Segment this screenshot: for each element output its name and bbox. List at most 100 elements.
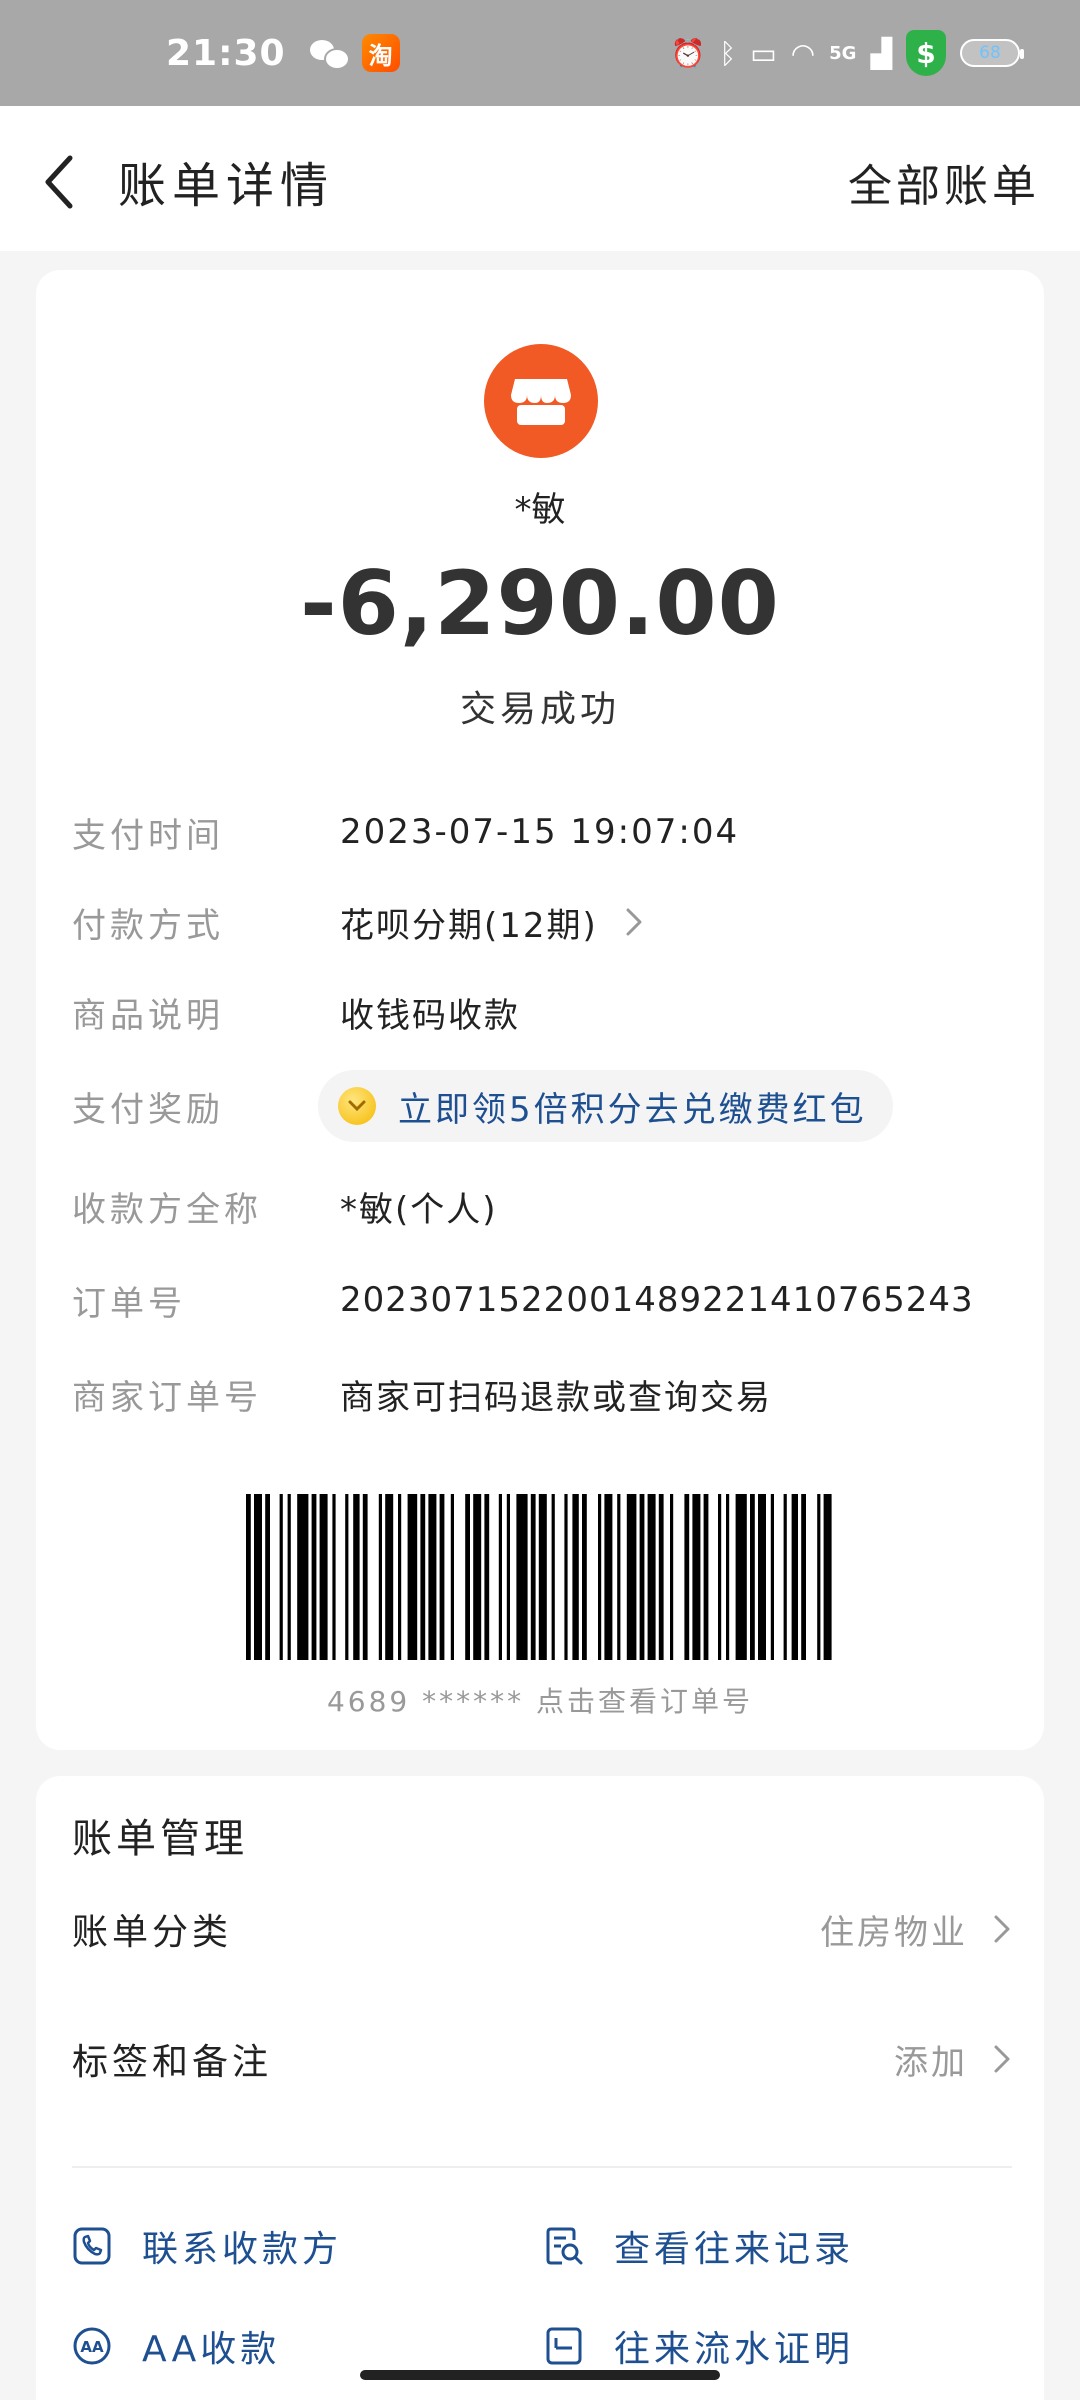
barcode-bar [684,1494,690,1660]
detail-row-merchant-order: 商家订单号 商家可扫码退款或查询交易 [72,1364,1012,1424]
detail-value: 2023-07-15 19:07:04 [340,812,740,852]
detail-value: 2023071522001489221410765243 [340,1280,974,1320]
action-label: AA收款 [142,2329,281,2370]
barcode-bar [319,1494,328,1660]
taobao-icon: 淘 [361,34,400,72]
detail-label: 支付奖励 [72,1089,224,1130]
bill-management-card: 账单管理 账单分类 住房物业 标签和备注 添加 联系收款方 查看往来记录 AA … [36,1776,1044,2400]
barcode-bar [530,1494,536,1660]
shop-icon [511,379,571,425]
barcode-bar [385,1494,394,1660]
barcode-bar [692,1494,701,1660]
barcode-bar [626,1494,637,1660]
barcode-bar [604,1494,613,1660]
barcode-bar [598,1494,602,1660]
barcode-bar [639,1494,645,1660]
barcode-bar [572,1494,579,1660]
bluetooth-icon: ᛒ [719,36,737,70]
barcode-bar [450,1494,454,1660]
action-label: 联系收款方 [142,2229,343,2270]
barcode-bar [783,1494,787,1660]
barcode-bar [750,1494,755,1660]
detail-label: 订单号 [72,1283,186,1324]
category-value: 住房物业 [820,1905,1012,1954]
barcode-bar [516,1494,528,1660]
battery-icon: 68 [960,39,1024,67]
bill-category-row[interactable]: 账单分类 住房物业 [72,1894,1012,1964]
barcode-bar [332,1494,336,1660]
detail-label: 收款方全称 [72,1189,262,1230]
barcode-bar [670,1494,674,1660]
home-indicator[interactable] [360,2370,720,2380]
wifi-icon: ◠ [790,36,816,70]
detail-row-reward: 支付奖励 立即领5倍积分去兑缴费红包 [72,1070,1012,1142]
detail-value: 立即领5倍积分去兑缴费红包 [318,1070,893,1142]
page-title: 账单详情 [118,158,335,214]
barcode-bar [287,1494,291,1660]
alarm-icon: ⏰ [670,36,706,70]
barcode-bar [265,1494,270,1660]
detail-value: 收钱码收款 [340,995,520,1036]
network-type: 5G [829,42,857,64]
barcode-bar [658,1494,664,1660]
chevron-right-icon [994,1915,1010,1943]
barcode-bar [279,1494,283,1660]
merchant-logo [484,344,598,458]
barcode-bar [378,1494,382,1660]
order-barcode[interactable] [246,1494,836,1660]
shield-icon: $ [906,30,946,76]
status-time: 21:30 [166,32,286,74]
barcode-bar [420,1494,426,1660]
tags-value-text: 添加 [894,2042,968,2083]
barcode-caption[interactable]: 4689 ****** 点击查看订单号 [36,1680,1044,1720]
tags-notes-row[interactable]: 标签和备注 添加 [72,2024,1012,2094]
document-icon [546,2327,582,2365]
section-title: 账单管理 [72,1816,248,1862]
status-bar: 21:30 淘 ⏰ ᛒ ▭ ◠ 5G ▟ $ 68 [0,0,1080,106]
signal-icon: ▟ [870,36,892,70]
chevron-right-icon [626,908,642,936]
tags-value: 添加 [894,2035,1012,2084]
wechat-icon [309,38,350,70]
back-icon[interactable] [40,152,80,212]
barcode-bar [703,1494,709,1660]
svg-text:AA: AA [80,2338,104,2356]
barcode-bar [823,1494,832,1660]
detail-label: 付款方式 [72,905,224,946]
barcode-bar [551,1494,555,1660]
detail-label: 商品说明 [72,995,224,1036]
detail-row-payment-method[interactable]: 付款方式 花呗分期(12期) [72,892,1012,952]
category-label: 账单分类 [72,1912,233,1953]
barcode-bar [718,1494,722,1660]
detail-value: 商家可扫码退款或查询交易 [340,1377,772,1418]
barcode-bar [538,1494,547,1660]
action-label: 查看往来记录 [614,2229,855,2270]
detail-value[interactable]: 花呗分期(12期) [340,898,644,947]
phone-icon [73,2227,111,2265]
detail-row-order-number: 订单号 2023071522001489221410765243 [72,1270,1012,1330]
all-bills-link[interactable]: 全部账单 [848,150,1040,214]
category-value-text: 住房物业 [820,1912,968,1953]
contact-payee-button[interactable]: 联系收款方 [72,2216,342,2276]
tags-label: 标签和备注 [72,2042,273,2083]
barcode-bar [735,1494,747,1660]
barcode-bar [254,1494,262,1660]
barcode-bar [345,1494,349,1660]
barcode-bar [398,1494,402,1660]
detail-row-payee-fullname: 收款方全称 *敏(个人) [72,1176,1012,1236]
divider [72,2166,1012,2168]
bill-detail-card: *敏 -6,290.00 交易成功 支付时间 2023-07-15 19:07:… [36,270,1044,1750]
statement-proof-button[interactable]: 往来流水证明 [544,2316,854,2376]
aa-collect-button[interactable]: AA AA收款 [72,2316,280,2376]
barcode-bar [473,1494,482,1660]
barcode-bar [428,1494,437,1660]
reward-button[interactable]: 立即领5倍积分去兑缴费红包 [318,1070,893,1142]
action-label: 往来流水证明 [614,2329,855,2370]
barcode-bar [407,1494,418,1660]
barcode-bar [582,1494,587,1660]
barcode-bar [564,1494,568,1660]
detail-label: 商家订单号 [72,1377,262,1418]
barcode-bar [297,1494,309,1660]
view-history-button[interactable]: 查看往来记录 [544,2216,854,2276]
barcode-bar [311,1494,317,1660]
